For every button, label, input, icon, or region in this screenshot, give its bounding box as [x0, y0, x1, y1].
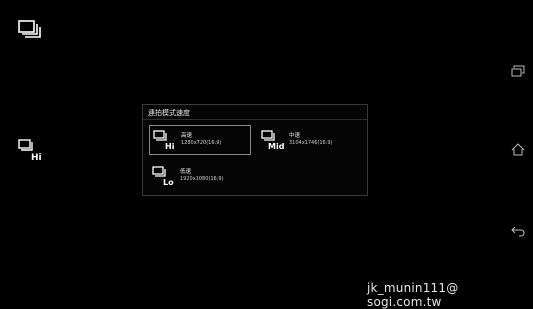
- burst-hi-badge: Hi: [31, 153, 42, 163]
- home-icon: [511, 141, 525, 160]
- option-low-speed[interactable]: Lo 低速 1920x1080(16:9): [149, 161, 251, 191]
- burst-mode-icon[interactable]: [18, 20, 42, 40]
- option-label: 中速: [289, 133, 301, 139]
- option-resolution: 1920x1080(16:9): [180, 176, 224, 182]
- burst-lo-icon: Lo: [152, 165, 176, 187]
- option-badge: Mid: [268, 142, 285, 151]
- option-resolution: 3104x1746(16:9): [289, 140, 333, 146]
- dialog-divider: [143, 119, 367, 120]
- burst-hi-icon: Hi: [153, 129, 177, 151]
- option-label: 低速: [180, 169, 192, 175]
- home-button[interactable]: [503, 135, 533, 165]
- burst-mid-icon: Mid: [261, 129, 285, 151]
- back-icon: [511, 222, 525, 241]
- option-badge: Lo: [163, 178, 174, 187]
- option-badge: Hi: [165, 142, 175, 151]
- option-label: 高速: [181, 133, 193, 139]
- dialog-title: 連拍模式速度: [148, 109, 190, 117]
- option-high-speed[interactable]: Hi 高速 1280x720(16:9): [149, 125, 251, 155]
- burst-speed-dialog: 連拍模式速度 Hi 高速 1280x720(16:9) Mid 中速 3104x…: [142, 104, 368, 196]
- option-medium-speed[interactable]: Mid 中速 3104x1746(16:9): [261, 125, 363, 155]
- option-resolution: 1280x720(16:9): [181, 140, 222, 146]
- watermark: jk_munin111@ sogi.com.tw: [367, 281, 459, 309]
- recent-apps-icon: [511, 62, 525, 81]
- back-button[interactable]: [503, 216, 533, 246]
- burst-hi-icon[interactable]: Hi: [18, 139, 44, 163]
- recent-apps-button[interactable]: [503, 56, 533, 86]
